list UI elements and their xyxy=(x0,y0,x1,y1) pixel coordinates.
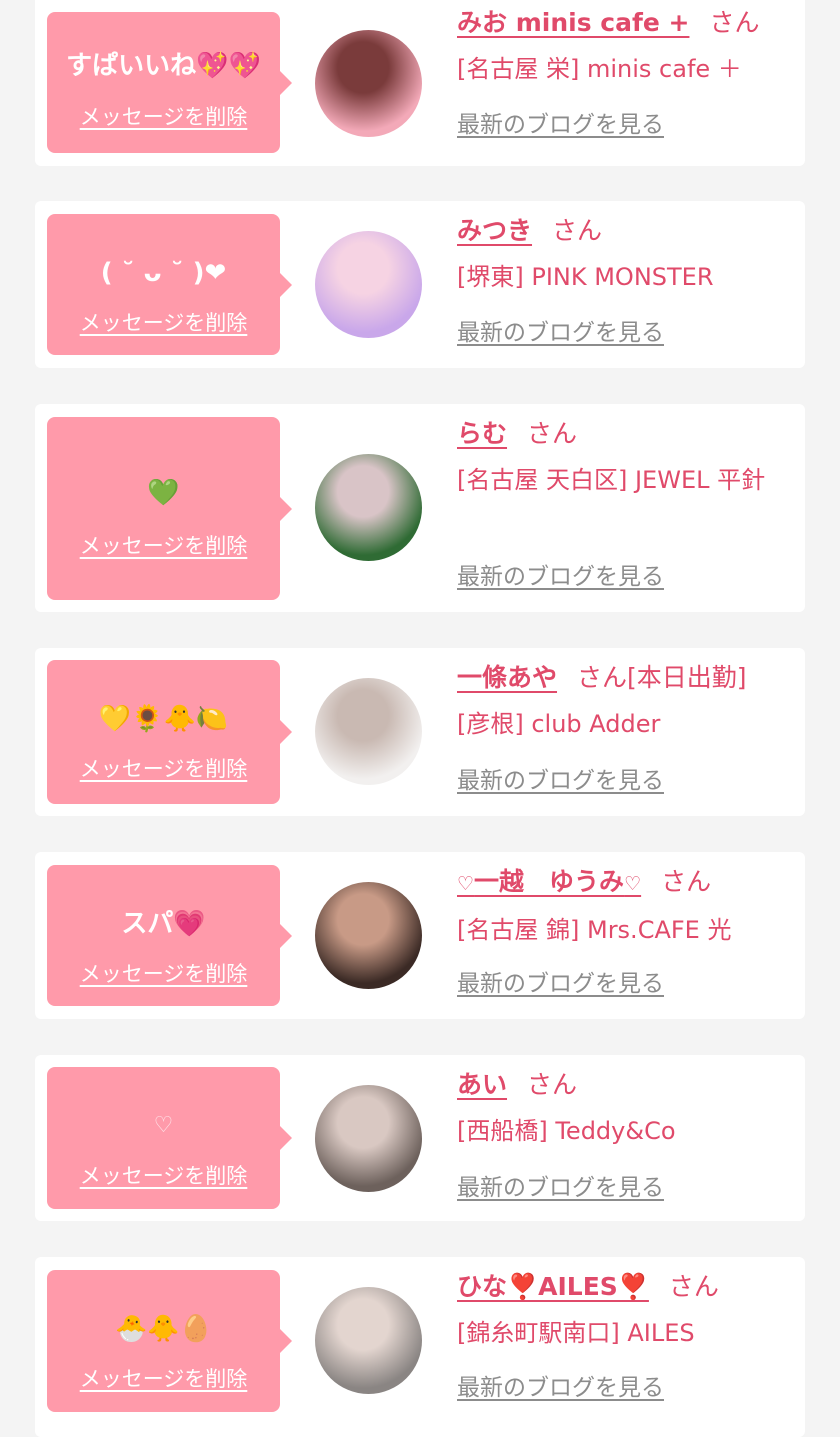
honorific-label: さん xyxy=(552,216,603,245)
shop-name: [堺東] PINK MONSTER xyxy=(457,263,714,291)
cast-name-text: 一條あや xyxy=(457,663,558,692)
cast-avatar[interactable] xyxy=(315,678,422,785)
cast-info: みつき さん [堺東] PINK MONSTER 最新のブログを見る xyxy=(457,214,795,368)
message-text: ♡ xyxy=(153,1113,174,1138)
cast-avatar[interactable] xyxy=(315,30,422,137)
cast-name-row: 一條あや さん[本日出勤] xyxy=(457,661,795,695)
cast-info: ひな❣️AILES❣️ さん [錦糸町駅南口] AILES 最新のブログを見る xyxy=(457,1270,795,1437)
latest-blog-link[interactable]: 最新のブログを見る xyxy=(457,110,664,140)
latest-blog-link[interactable]: 最新のブログを見る xyxy=(457,969,664,999)
message-card: ♡ メッセージを削除 あい さん [西船橋] Teddy&Co 最新のブログを見る xyxy=(35,1055,805,1221)
cast-name-link[interactable]: あい xyxy=(457,1070,507,1099)
honorific-label: さん xyxy=(527,1070,578,1099)
cast-name-row: みつき さん xyxy=(457,214,795,248)
latest-blog-link[interactable]: 最新のブログを見る xyxy=(457,766,664,796)
cast-name-link[interactable]: 一條あや xyxy=(457,663,557,692)
cast-info: ♡一越 ゆうみ♡ さん [名古屋 錦] Mrs.CAFE 光最新のブログを見る xyxy=(457,865,795,1019)
message-bubble: すぱいいね💖💖 メッセージを削除 xyxy=(47,12,292,153)
delete-message-link[interactable]: メッセージを削除 xyxy=(47,1366,280,1392)
cast-info: みお minis cafe + さん [名古屋 栄] minis cafe ＋ 最新の… xyxy=(457,6,795,166)
message-card: ( ˘ ᴗ ˘ )❤ メッセージを削除 みつき さん [堺東] PINK MONSTER… xyxy=(35,201,805,368)
message-card: 💚 メッセージを削除 らむ さん [名古屋 天白区] JEWEL 平針 最新のブログを見る xyxy=(35,404,805,612)
cast-info: 一條あや さん[本日出勤] [彦根] club Adder 最新のブログを見る xyxy=(457,661,795,816)
message-card: 🐣🐥🥚 メッセージを削除 ひな❣️AILES❣️ さん [錦糸町駅南口] AILES 最新… xyxy=(35,1257,805,1437)
message-bubble: 🐣🐥🥚 メッセージを削除 xyxy=(47,1270,292,1412)
cast-name-row: ♡一越 ゆうみ♡ さん xyxy=(457,865,795,901)
heart-icon: ♡ xyxy=(624,873,642,895)
cast-name-text: あい xyxy=(457,1070,508,1099)
cast-name-link[interactable]: ひな❣️AILES❣️ xyxy=(457,1272,649,1301)
honorific-label: さん xyxy=(527,419,578,448)
cast-name-link[interactable]: みお minis cafe + xyxy=(457,8,689,37)
message-bubble: ( ˘ ᴗ ˘ )❤ メッセージを削除 xyxy=(47,214,292,355)
cast-name-text: 一越 ゆうみ xyxy=(474,867,625,896)
cast-avatar[interactable] xyxy=(315,1287,422,1394)
message-card: 💛🌻🐥🍋 メッセージを削除 一條あや さん[本日出勤] [彦根] club Adder 最… xyxy=(35,648,805,816)
message-text: スパ💗 xyxy=(121,909,206,939)
message-list: すぱいいね💖💖 メッセージを削除 みお minis cafe + さん [名古屋 栄] … xyxy=(0,0,840,1437)
message-bubble: スパ💗 メッセージを削除 xyxy=(47,865,292,1006)
cast-name-text: らむ xyxy=(457,419,508,448)
message-card: すぱいいね💖💖 メッセージを削除 みお minis cafe + さん [名古屋 栄] … xyxy=(35,0,805,166)
cast-name-row: あい さん xyxy=(457,1068,795,1102)
cast-info: あい さん [西船橋] Teddy&Co 最新のブログを見る xyxy=(457,1068,795,1221)
delete-message-link[interactable]: メッセージを削除 xyxy=(47,756,280,782)
shop-name: [名古屋 錦] Mrs.CAFE 光 xyxy=(457,916,732,944)
delete-message-link[interactable]: メッセージを削除 xyxy=(47,533,280,559)
latest-blog-link[interactable]: 最新のブログを見る xyxy=(457,318,664,348)
heart-icon: ♡ xyxy=(457,873,475,895)
cast-name-text: みお minis cafe + xyxy=(457,8,690,37)
cast-avatar[interactable] xyxy=(315,1085,422,1192)
delete-message-link[interactable]: メッセージを削除 xyxy=(47,961,280,987)
latest-blog-link[interactable]: 最新のブログを見る xyxy=(457,562,664,592)
honorific-label: さん xyxy=(709,8,760,37)
cast-name-link[interactable]: ♡一越 ゆうみ♡ xyxy=(457,867,641,896)
cast-avatar[interactable] xyxy=(315,231,422,338)
message-bubble: 💛🌻🐥🍋 メッセージを削除 xyxy=(47,660,292,804)
latest-blog-link[interactable]: 最新のブログを見る xyxy=(457,1173,664,1203)
shop-name: [錦糸町駅南口] AILES xyxy=(457,1319,695,1347)
delete-message-link[interactable]: メッセージを削除 xyxy=(47,310,280,336)
shop-name: [彦根] club Adder xyxy=(457,710,661,738)
message-bubble: 💚 メッセージを削除 xyxy=(47,417,292,600)
shop-name: [西船橋] Teddy&Co xyxy=(457,1117,676,1145)
message-text: 🐣🐥🥚 xyxy=(114,1314,213,1344)
honorific-label: さん xyxy=(661,867,712,896)
cast-name-row: らむ さん xyxy=(457,417,795,451)
delete-message-link[interactable]: メッセージを削除 xyxy=(47,104,280,130)
message-text: ( ˘ ᴗ ˘ )❤ xyxy=(100,258,227,288)
cast-avatar[interactable] xyxy=(315,454,422,561)
work-status: [本日出勤] xyxy=(627,663,747,692)
cast-name-row: ひな❣️AILES❣️ さん xyxy=(457,1270,795,1304)
shop-name: [名古屋 栄] minis cafe ＋ xyxy=(457,55,742,83)
cast-name-row: みお minis cafe + さん xyxy=(457,6,795,40)
shop-name: [名古屋 天白区] JEWEL 平針 xyxy=(457,466,766,494)
message-text: 💛🌻🐥🍋 xyxy=(98,704,229,734)
honorific-label: さん xyxy=(668,1272,719,1301)
delete-message-link[interactable]: メッセージを削除 xyxy=(47,1163,280,1189)
cast-name-text: ひな❣️AILES❣️ xyxy=(457,1272,649,1301)
cast-avatar[interactable] xyxy=(315,882,422,989)
honorific-label: さん xyxy=(577,663,628,692)
cast-name-link[interactable]: みつき xyxy=(457,216,532,245)
message-card: スパ💗 メッセージを削除 ♡一越 ゆうみ♡ さん [名古屋 錦] Mrs.CAFE 光最… xyxy=(35,852,805,1019)
latest-blog-link[interactable]: 最新のブログを見る xyxy=(457,1373,664,1403)
cast-info: らむ さん [名古屋 天白区] JEWEL 平針 最新のブログを見る xyxy=(457,417,795,612)
message-bubble: ♡ メッセージを削除 xyxy=(47,1067,292,1209)
cast-name-text: みつき xyxy=(457,216,533,245)
message-text: 💚 xyxy=(147,478,180,508)
cast-name-link[interactable]: らむ xyxy=(457,419,507,448)
message-text: すぱいいね💖💖 xyxy=(66,51,261,81)
